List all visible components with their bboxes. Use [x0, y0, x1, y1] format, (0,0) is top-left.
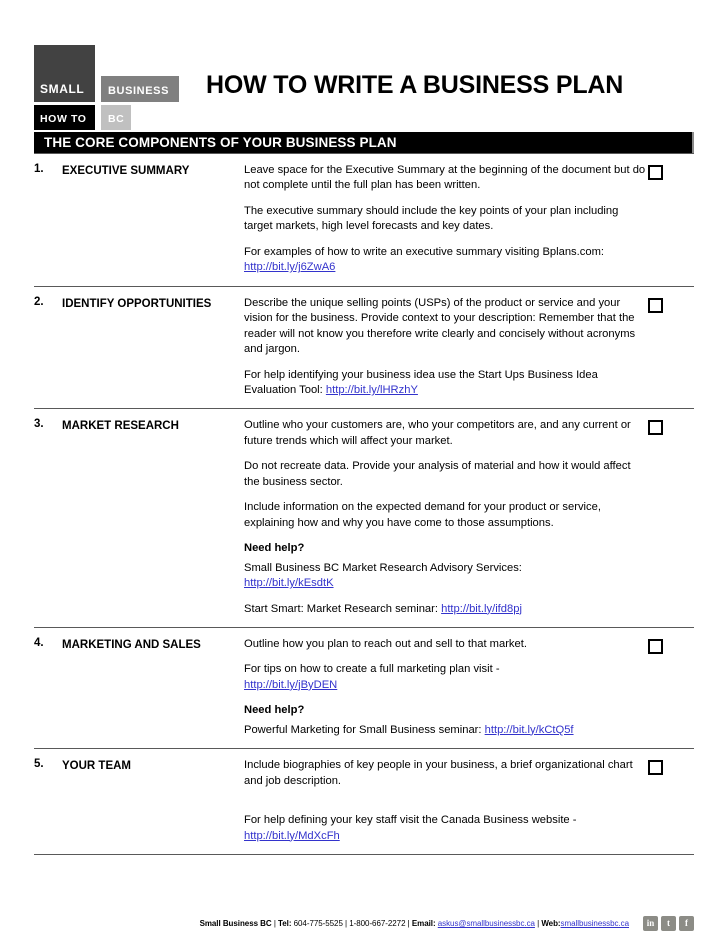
logo-block-small: SMALL — [34, 45, 95, 102]
paragraph: Small Business BC Market Research Adviso… — [244, 561, 648, 592]
row-description: Describe the unique selling points (USPs… — [244, 286, 648, 410]
resource-link[interactable]: http://bit.ly/ifd8pj — [441, 603, 522, 615]
section-banner: THE CORE COMPONENTS OF YOUR BUSINESS PLA… — [34, 132, 694, 153]
resource-link[interactable]: http://bit.ly/lHRzhY — [326, 384, 418, 396]
row-description: Leave space for the Executive Summary at… — [244, 153, 648, 287]
paragraph-text: For help identifying your business idea … — [244, 368, 598, 396]
resource-link[interactable]: http://bit.ly/kEsdtK — [244, 577, 334, 589]
table-row: 3. MARKET RESEARCH Outline who your cust… — [34, 408, 694, 628]
row-title: IDENTIFY OPPORTUNITIES — [62, 286, 244, 410]
row-description: Outline how you plan to reach out and se… — [244, 627, 648, 750]
checkbox[interactable] — [648, 638, 663, 654]
paragraph: Outline who your customers are, who your… — [244, 419, 631, 447]
table-row: 5. YOUR TEAM Include biographies of key … — [34, 748, 694, 856]
footer-toll-free: 1-800-667-2272 — [349, 919, 406, 928]
row-number: 5. — [34, 748, 62, 856]
row-title: YOUR TEAM — [62, 748, 244, 856]
document-header: SMALL BUSINESS HOW TO BC HOW TO WRITE A … — [34, 0, 694, 130]
facebook-icon[interactable]: f — [679, 916, 694, 931]
linkedin-icon[interactable]: in — [643, 916, 658, 931]
logo-row-bottom: HOW TO BC — [34, 105, 180, 130]
paragraph: Include information on the expected dema… — [244, 501, 601, 529]
row-checkbox-cell — [648, 153, 694, 287]
row-number: 2. — [34, 286, 62, 410]
paragraph-text: For help defining your key staff visit t… — [244, 814, 577, 827]
resource-link[interactable]: http://bit.ly/MdXcFh — [244, 830, 340, 842]
paragraph-text: Powerful Marketing for Small Business se… — [244, 723, 485, 736]
paragraph: Describe the unique selling points (USPs… — [244, 296, 636, 356]
paragraph-text: Start Smart: Market Research seminar: — [244, 602, 442, 615]
logo-row-top: SMALL BUSINESS — [34, 45, 180, 102]
row-checkbox-cell — [648, 748, 694, 856]
document-page: SMALL BUSINESS HOW TO BC HOW TO WRITE A … — [0, 0, 728, 943]
footer-org: Small Business BC — [199, 919, 272, 928]
paragraph: Powerful Marketing for Small Business se… — [244, 723, 648, 738]
logo-block-bc: BC — [101, 105, 131, 130]
twitter-icon[interactable]: t — [661, 916, 676, 931]
paragraph: Include biographies of key people in you… — [244, 759, 633, 787]
footer-contact-line: Small Business BC | Tel: 604-775-5525 | … — [200, 919, 629, 928]
paragraph-text: For examples of how to write an executiv… — [244, 245, 605, 258]
resource-link[interactable]: http://bit.ly/jByDEN — [244, 679, 337, 691]
footer-web-label: Web: — [541, 919, 561, 928]
row-number: 3. — [34, 408, 62, 628]
page-title: HOW TO WRITE A BUSINESS PLAN — [206, 71, 624, 99]
footer-tel: 604-775-5525 — [291, 919, 343, 928]
paragraph: Do not recreate data. Provide your analy… — [244, 460, 631, 488]
row-checkbox-cell — [648, 286, 694, 410]
row-number: 1. — [34, 153, 62, 287]
footer-tel-label: Tel: — [278, 919, 292, 928]
components-table: 1. EXECUTIVE SUMMARY Leave space for the… — [34, 153, 694, 856]
checkbox[interactable] — [648, 760, 663, 776]
resource-link[interactable]: http://bit.ly/j6ZwA6 — [244, 261, 335, 273]
paragraph-text: Small Business BC Market Research Adviso… — [244, 561, 522, 574]
small-business-bc-logo: SMALL BUSINESS HOW TO BC — [34, 45, 180, 130]
footer-web-link[interactable]: smallbusinessbc.ca — [561, 919, 630, 928]
footer-email-label: Email: — [411, 919, 436, 928]
paragraph: For tips on how to create a full marketi… — [244, 662, 648, 693]
need-help-label: Need help? — [244, 704, 305, 717]
paragraph: For help identifying your business idea … — [244, 368, 648, 399]
row-title: EXECUTIVE SUMMARY — [62, 153, 244, 287]
row-checkbox-cell — [648, 627, 694, 750]
table-row: 1. EXECUTIVE SUMMARY Leave space for the… — [34, 153, 694, 287]
logo-block-how-to: HOW TO — [34, 105, 95, 130]
paragraph: Outline how you plan to reach out and se… — [244, 637, 527, 650]
paragraph: Leave space for the Executive Summary at… — [244, 164, 646, 192]
row-description: Include biographies of key people in you… — [244, 748, 648, 856]
checkbox[interactable] — [648, 165, 663, 180]
paragraph: The executive summary should include the… — [244, 204, 619, 233]
resource-link[interactable]: http://bit.ly/kCtQ5f — [485, 724, 574, 736]
row-checkbox-cell — [648, 408, 694, 628]
row-title: MARKETING AND SALES — [62, 627, 244, 750]
logo-block-business: BUSINESS — [101, 76, 179, 102]
paragraph: For examples of how to write an executiv… — [244, 245, 648, 276]
document-footer: Small Business BC | Tel: 604-775-5525 | … — [34, 916, 694, 931]
social-links: in t f — [643, 916, 694, 931]
footer-email-link[interactable]: askus@smallbusinessbc.ca — [438, 919, 535, 928]
table-row: 4. MARKETING AND SALES Outline how you p… — [34, 627, 694, 750]
row-number: 4. — [34, 627, 62, 750]
row-title: MARKET RESEARCH — [62, 408, 244, 628]
checkbox[interactable] — [648, 297, 663, 313]
row-description: Outline who your customers are, who your… — [244, 408, 648, 628]
table-row: 2. IDENTIFY OPPORTUNITIES Describe the u… — [34, 286, 694, 410]
paragraph: Start Smart: Market Research seminar: ht… — [244, 602, 648, 617]
paragraph-text: For tips on how to create a full marketi… — [244, 663, 500, 676]
need-help-label: Need help? — [244, 542, 305, 555]
checkbox[interactable] — [648, 420, 663, 436]
paragraph: For help defining your key staff visit t… — [244, 813, 648, 844]
